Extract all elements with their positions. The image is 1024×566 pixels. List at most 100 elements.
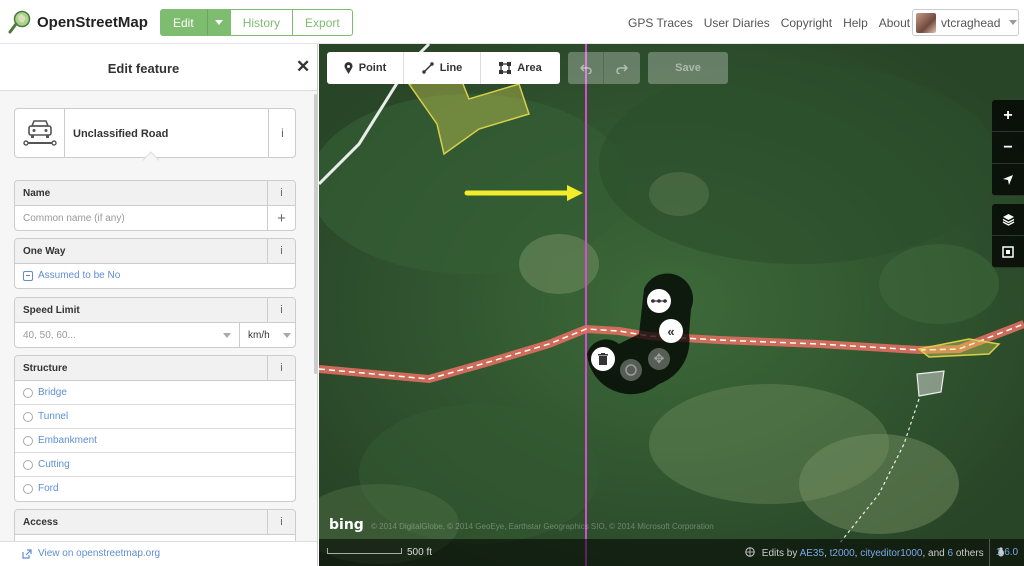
chevron-down-icon xyxy=(283,333,291,338)
user-menu[interactable]: vtcraghead xyxy=(912,9,1019,36)
preset-label: Unclassified Road xyxy=(73,128,169,140)
structure-option-embankment[interactable]: Embankment xyxy=(15,429,295,453)
map-toolbar: Point Line Area Save xyxy=(327,52,728,84)
speed-limit-label: Speed Limit xyxy=(23,305,80,316)
option-label: Bridge xyxy=(38,387,67,398)
name-input[interactable]: Common name (if any) + xyxy=(15,206,295,230)
redo-icon xyxy=(616,64,628,74)
chevron-down-icon xyxy=(223,333,231,338)
user-diaries-link[interactable]: User Diaries xyxy=(704,16,770,30)
scale-bar[interactable] xyxy=(327,548,402,554)
map-data-button[interactable] xyxy=(992,236,1024,268)
sidebar: Edit feature ✕ Unclassified Road i Name … xyxy=(0,44,318,566)
add-point-button[interactable]: Point xyxy=(327,52,404,84)
site-title: OpenStreetMap xyxy=(37,13,148,31)
add-localized-name-icon[interactable]: + xyxy=(267,206,295,230)
structure-option-tunnel[interactable]: Tunnel xyxy=(15,405,295,429)
circularize-icon xyxy=(620,359,642,381)
area-label: Area xyxy=(517,62,542,74)
info-icon[interactable]: i xyxy=(267,510,295,534)
save-button[interactable]: Save xyxy=(648,52,728,84)
radio-icon xyxy=(23,459,33,470)
info-icon[interactable]: i xyxy=(267,298,295,322)
sidebar-scrollbar[interactable] xyxy=(314,94,317,374)
radio-icon xyxy=(23,483,33,494)
map-footer: 500 ft Edits by AE35, t2000, cityeditor1… xyxy=(319,539,1024,566)
edits-and: , and xyxy=(922,548,948,559)
zoom-out-button[interactable]: − xyxy=(992,132,1024,164)
edit-button[interactable]: Edit xyxy=(160,9,207,36)
sidebar-footer: View on openstreetmap.org xyxy=(0,541,317,566)
point-icon xyxy=(344,62,353,74)
name-placeholder: Common name (if any) xyxy=(23,213,125,224)
structure-field: Structure i Bridge Tunnel Embankment Cut… xyxy=(14,355,296,502)
redo-button[interactable] xyxy=(604,52,640,84)
locate-arrow-icon xyxy=(1003,174,1013,185)
info-icon[interactable]: i xyxy=(267,356,295,380)
undo-button[interactable] xyxy=(568,52,604,84)
editor-link-1[interactable]: AE35 xyxy=(800,548,824,559)
reverse-icon[interactable]: « xyxy=(659,319,683,343)
speed-limit-placeholder: 40, 50, 60... xyxy=(23,330,76,341)
export-button[interactable]: Export xyxy=(293,9,353,36)
option-label: Tunnel xyxy=(38,411,69,422)
version-link[interactable]: 1.6.0 xyxy=(989,539,1024,566)
delete-icon[interactable] xyxy=(591,347,615,371)
main-nav-group: Edit History Export xyxy=(160,9,353,36)
oneway-label: One Way xyxy=(23,246,66,257)
structure-label: Structure xyxy=(23,363,68,374)
point-label: Point xyxy=(358,62,387,74)
speed-limit-input[interactable]: 40, 50, 60... km/h xyxy=(15,323,295,347)
satellite-imagery xyxy=(319,44,1024,566)
background-layers-button[interactable] xyxy=(992,204,1024,236)
add-area-button[interactable]: Area xyxy=(481,52,560,84)
preset-button[interactable]: Unclassified Road i xyxy=(14,108,296,158)
info-icon[interactable]: i xyxy=(267,239,295,263)
save-label: Save xyxy=(675,62,701,74)
username: vtcraghead xyxy=(941,15,1001,30)
continue-icon[interactable] xyxy=(647,289,671,313)
edits-prefix: Edits by xyxy=(761,548,800,559)
copyright-link[interactable]: Copyright xyxy=(781,16,832,30)
oneway-checkbox[interactable]: Assumed to be No xyxy=(15,264,295,288)
sidebar-header: Edit feature ✕ xyxy=(0,44,317,91)
scale-label: 500 ft xyxy=(407,547,433,558)
option-label: Embankment xyxy=(38,435,97,446)
editor-link-2[interactable]: t2000 xyxy=(830,548,855,559)
external-link-icon xyxy=(22,548,32,559)
edit-dropdown-button[interactable] xyxy=(206,9,231,36)
about-link[interactable]: About xyxy=(879,16,910,30)
speed-limit-field: Speed Limit i 40, 50, 60... km/h xyxy=(14,297,296,348)
geolocate-button[interactable] xyxy=(992,164,1024,196)
map-canvas[interactable]: « ✥ Point Line Area Save + − bing © 2014… xyxy=(319,44,1024,566)
move-icon: ✥ xyxy=(653,351,665,366)
minus-icon: − xyxy=(1003,138,1013,156)
layers-icon xyxy=(1002,214,1014,226)
gps-traces-link[interactable]: GPS Traces xyxy=(628,16,693,30)
close-icon[interactable]: ✕ xyxy=(296,57,310,77)
info-icon[interactable]: i xyxy=(268,109,296,157)
add-line-button[interactable]: Line xyxy=(404,52,481,84)
indeterminate-checkbox-icon xyxy=(23,270,33,281)
editor-link-3[interactable]: cityeditor1000 xyxy=(860,548,922,559)
structure-option-ford[interactable]: Ford xyxy=(15,477,295,501)
help-link[interactable]: Help xyxy=(843,16,868,30)
zoom-in-button[interactable]: + xyxy=(992,100,1024,132)
option-label: Ford xyxy=(38,483,59,494)
radio-icon xyxy=(23,387,33,398)
radio-icon xyxy=(23,435,33,446)
osm-logo[interactable]: OpenStreetMap xyxy=(8,10,148,34)
line-icon xyxy=(421,62,434,74)
imagery-credit: © 2014 DigitalGlobe, © 2014 GeoEye, Eart… xyxy=(371,522,714,531)
structure-option-cutting[interactable]: Cutting xyxy=(15,453,295,477)
speed-unit-select[interactable]: km/h xyxy=(239,323,295,347)
info-icon[interactable]: i xyxy=(267,181,295,205)
speed-unit-value: km/h xyxy=(248,330,270,341)
view-on-osm-link[interactable]: View on openstreetmap.org xyxy=(22,548,160,559)
oneway-field: One Way i Assumed to be No xyxy=(14,238,296,289)
structure-option-bridge[interactable]: Bridge xyxy=(15,381,295,405)
option-label: Cutting xyxy=(38,459,70,470)
history-button[interactable]: History xyxy=(230,9,294,36)
top-links: GPS Traces User Diaries Copyright Help A… xyxy=(628,16,910,30)
car-icon xyxy=(15,109,65,157)
